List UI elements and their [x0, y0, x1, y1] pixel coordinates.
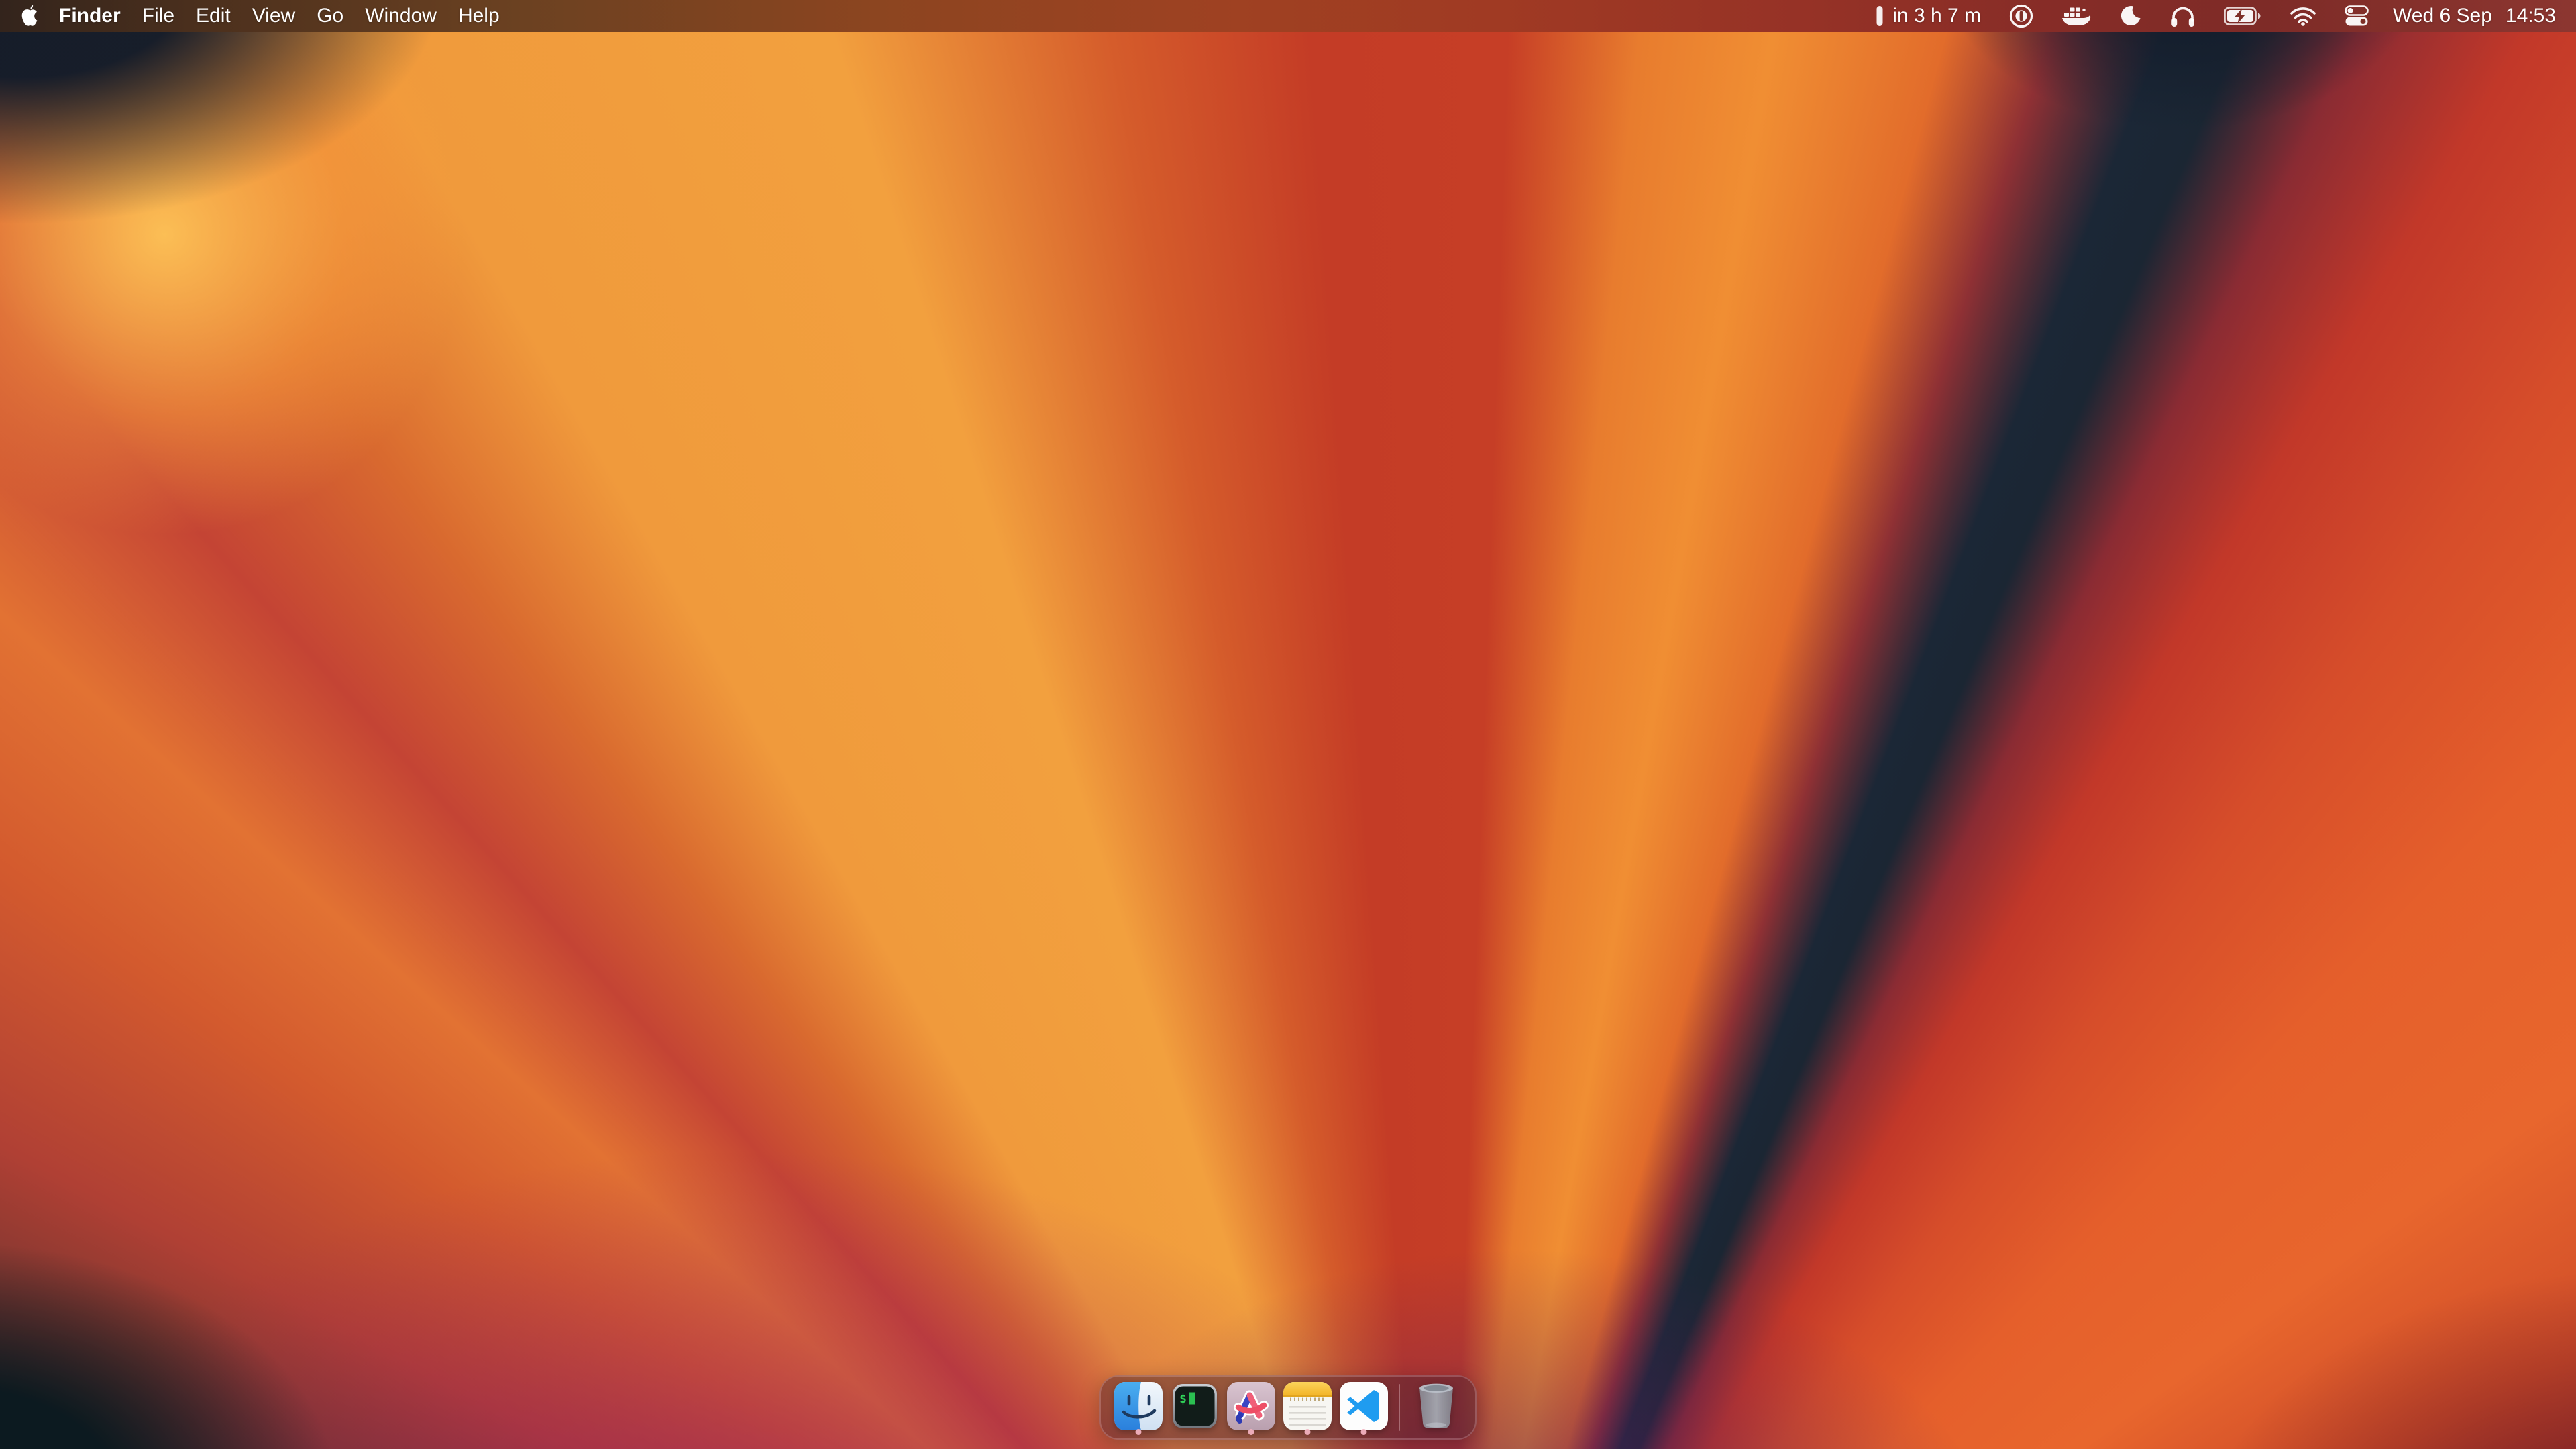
menu-item-help[interactable]: Help — [447, 0, 511, 32]
moon-focus-icon — [2119, 5, 2142, 28]
menu-item-view[interactable]: View — [241, 0, 306, 32]
headphones-menu[interactable] — [2170, 5, 2196, 28]
dock-app-vscode[interactable] — [1336, 1377, 1392, 1438]
headphones-icon — [2170, 5, 2196, 28]
1password-icon — [2009, 4, 2033, 28]
battery-menu[interactable] — [2224, 7, 2261, 25]
apple-logo-icon — [20, 4, 40, 28]
control-center-menu[interactable] — [2345, 5, 2369, 27]
timer-pill-icon — [1876, 5, 1883, 27]
apple-menu[interactable] — [17, 4, 44, 28]
menu-item-finder[interactable]: Finder — [44, 0, 131, 32]
running-indicator — [1305, 1429, 1311, 1435]
menu-bar-status: in 3 h 7 m — [1876, 4, 2556, 28]
running-indicator — [1248, 1429, 1254, 1435]
menu-bar-clock[interactable]: Wed 6 Sep 14:53 — [2393, 5, 2556, 28]
running-indicator — [1361, 1429, 1367, 1435]
menu-item-edit[interactable]: Edit — [185, 0, 241, 32]
running-indicator — [1136, 1429, 1142, 1435]
dock-divider — [1399, 1384, 1400, 1431]
terminal-icon: $ — [1171, 1382, 1219, 1430]
timer-status[interactable]: in 3 h 7 m — [1876, 5, 1981, 28]
menu-item-window[interactable]: Window — [354, 0, 447, 32]
dock: $ — [1099, 1375, 1477, 1440]
trash-icon — [1415, 1380, 1458, 1432]
date-text: Wed 6 Sep — [2393, 5, 2492, 28]
onepassword-menu[interactable] — [2009, 4, 2033, 28]
docker-whale-icon — [2061, 4, 2091, 28]
docker-menu[interactable] — [2061, 4, 2091, 28]
battery-charging-icon — [2224, 7, 2261, 25]
wifi-menu[interactable] — [2290, 6, 2316, 26]
arc-browser-icon — [1227, 1382, 1275, 1430]
timer-countdown-text: in 3 h 7 m — [1892, 5, 1981, 28]
dock-app-finder[interactable] — [1110, 1377, 1167, 1438]
focus-menu[interactable] — [2119, 5, 2142, 28]
control-center-icon — [2345, 5, 2369, 27]
menu-item-go[interactable]: Go — [306, 0, 354, 32]
notes-icon — [1283, 1382, 1332, 1430]
menu-item-file[interactable]: File — [131, 0, 185, 32]
vscode-icon — [1340, 1382, 1388, 1430]
menu-bar: Finder File Edit View Go Window Help in … — [0, 0, 2576, 32]
time-text: 14:53 — [2506, 5, 2556, 28]
wifi-icon — [2290, 6, 2316, 26]
menu-bar-left: Finder File Edit View Go Window Help — [17, 0, 511, 32]
desktop-wallpaper — [0, 0, 2576, 1449]
finder-icon — [1114, 1382, 1163, 1430]
dock-app-arc[interactable] — [1223, 1377, 1279, 1438]
dock-app-notes[interactable] — [1279, 1377, 1336, 1438]
svg-text:$: $ — [1179, 1392, 1187, 1406]
dock-app-terminal[interactable]: $ — [1167, 1377, 1223, 1438]
dock-trash[interactable] — [1407, 1377, 1466, 1438]
